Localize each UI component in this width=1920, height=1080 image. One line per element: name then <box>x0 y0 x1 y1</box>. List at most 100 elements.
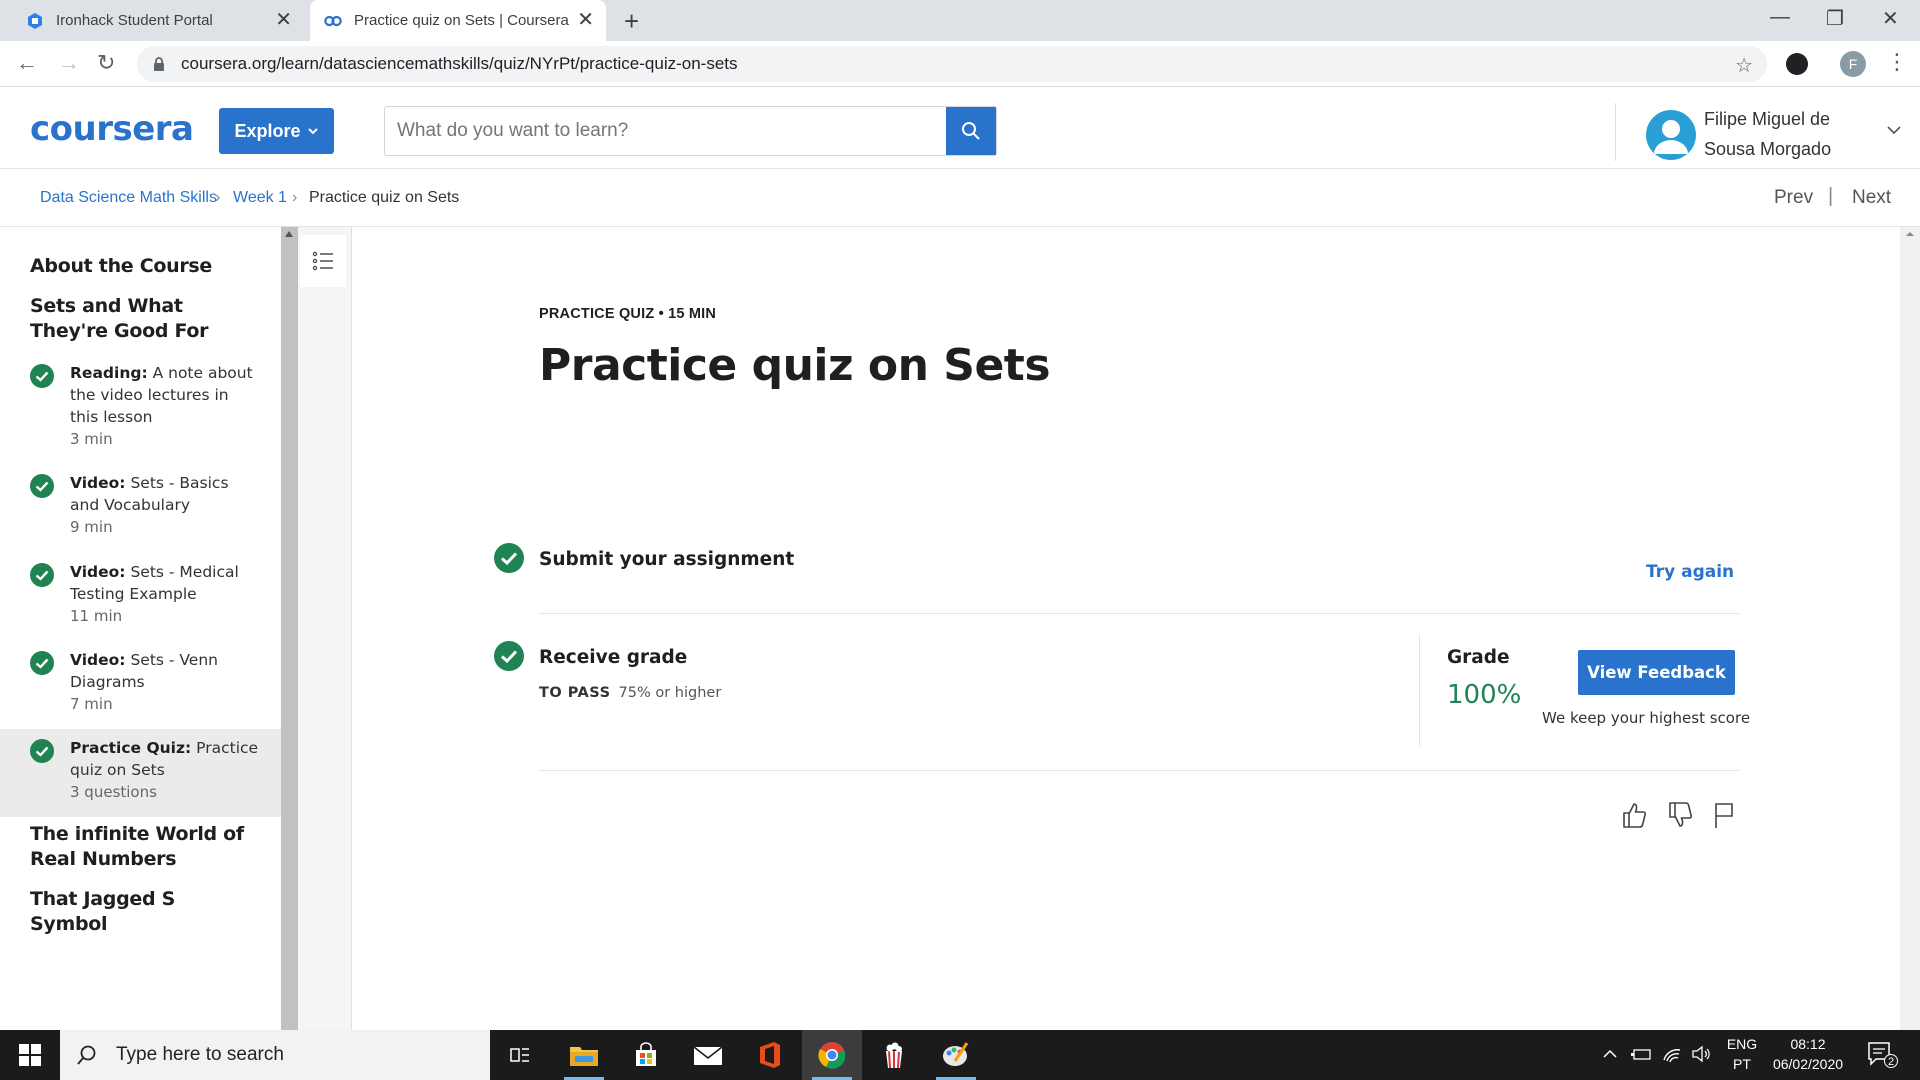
new-tab-icon[interactable]: + <box>624 6 639 37</box>
browser-menu-icon[interactable]: ⋮ <box>1886 49 1908 75</box>
sidebar-section-sets[interactable]: Sets and What They're Good For <box>30 294 250 344</box>
scroll-up-arrow-icon[interactable] <box>1900 227 1920 241</box>
chevron-down-icon[interactable] <box>1886 125 1902 135</box>
item-duration: 7 min <box>70 695 113 713</box>
pass-requirement: TO PASS 75% or higher <box>539 685 721 701</box>
breadcrumb-current: Practice quiz on Sets <box>309 189 460 206</box>
tab-coursera[interactable]: Practice quiz on Sets | Coursera ✕ <box>310 0 606 41</box>
breadcrumb: Data Science Math Skills › Week 1 › Prac… <box>0 169 1920 227</box>
windows-start-button[interactable] <box>0 1030 60 1080</box>
check-circle-icon <box>30 563 54 587</box>
sidebar-item-video-venn[interactable]: Video: Sets - Venn Diagrams 7 min <box>0 649 281 729</box>
notification-count: 2 <box>1884 1054 1898 1068</box>
thumbs-down-icon[interactable] <box>1666 800 1694 830</box>
sidebar-item-practice-quiz[interactable]: Practice Quiz: Practice quiz on Sets 3 q… <box>0 729 281 817</box>
language-indicator[interactable]: ENG PT <box>1724 1036 1760 1072</box>
header-divider <box>1615 103 1616 161</box>
list-icon <box>312 251 333 271</box>
file-explorer-icon[interactable] <box>554 1030 614 1080</box>
view-feedback-button[interactable]: View Feedback <box>1578 650 1735 695</box>
highest-score-note: We keep your highest score <box>1542 709 1751 727</box>
sidebar-item-label: Video: Sets - Medical Testing Example <box>70 561 260 605</box>
reload-icon[interactable]: ↻ <box>97 51 115 75</box>
breadcrumb-course[interactable]: Data Science Math Skills <box>40 189 217 207</box>
browser-profile-avatar[interactable]: F <box>1840 51 1866 77</box>
minimize-icon[interactable]: — <box>1770 6 1790 29</box>
sidebar-item-label: Practice Quiz: Practice quiz on Sets <box>70 737 260 781</box>
main-scrollbar[interactable] <box>1900 227 1920 1030</box>
sidebar-item-label: Video: Sets - Basics and Vocabulary <box>70 472 260 516</box>
lock-icon <box>154 57 164 71</box>
divider <box>539 770 1739 771</box>
coursera-logo[interactable]: coursera <box>30 109 194 149</box>
explore-button[interactable]: Explore <box>219 108 334 154</box>
try-again-link[interactable]: Try again <box>1646 562 1734 582</box>
clock[interactable]: 08:12 06/02/2020 <box>1768 1036 1848 1072</box>
movies-app-icon[interactable] <box>864 1030 924 1080</box>
close-tab-icon[interactable]: ✕ <box>275 10 292 30</box>
close-tab-icon[interactable]: ✕ <box>577 10 594 30</box>
notification-center-icon[interactable]: 2 <box>1866 1040 1898 1075</box>
clock-time: 08:12 <box>1790 1036 1826 1052</box>
check-circle-icon <box>30 474 54 498</box>
window-close-icon[interactable]: ✕ <box>1882 6 1899 31</box>
item-duration: 3 questions <box>70 783 157 801</box>
prev-link[interactable]: Prev <box>1774 187 1813 209</box>
sidebar-item-video-medical[interactable]: Video: Sets - Medical Testing Example 11… <box>0 561 281 641</box>
sidebar-section-jagged-s[interactable]: That Jagged S Symbol <box>30 887 250 937</box>
thumbs-up-icon[interactable] <box>1620 800 1648 830</box>
taskbar-search[interactable]: Type here to search <box>60 1030 490 1080</box>
wifi-icon[interactable] <box>1662 1044 1682 1064</box>
chrome-icon[interactable] <box>802 1030 862 1080</box>
sidebar-toggle-button[interactable] <box>300 235 346 287</box>
paint-app-icon[interactable] <box>926 1030 986 1080</box>
search-icon <box>77 1045 96 1065</box>
item-duration: 11 min <box>70 607 123 625</box>
sidebar-item-label: Reading: A note about the video lectures… <box>70 362 260 428</box>
volume-icon[interactable] <box>1690 1044 1712 1064</box>
search-input[interactable] <box>385 107 946 155</box>
office-icon[interactable] <box>740 1030 800 1080</box>
omnibox[interactable]: coursera.org/learn/datasciencemathskills… <box>137 46 1767 82</box>
windows-taskbar: Type here to search ENG PT 08:12 06/02/2… <box>0 1030 1920 1080</box>
item-type: Video: <box>70 563 126 581</box>
battery-icon[interactable] <box>1630 1046 1652 1062</box>
bookmark-star-icon[interactable]: ☆ <box>1735 53 1753 78</box>
flag-icon[interactable] <box>1712 800 1736 830</box>
next-link[interactable]: Next <box>1852 187 1891 209</box>
url-text: coursera.org/learn/datasciencemathskills… <box>181 54 738 73</box>
task-view-icon[interactable] <box>490 1030 550 1080</box>
sidebar-scrollbar[interactable] <box>281 227 298 1030</box>
forward-icon[interactable]: → <box>58 51 80 75</box>
taskbar-search-placeholder: Type here to search <box>116 1044 284 1065</box>
chevron-down-icon <box>307 128 318 135</box>
search-button[interactable] <box>946 107 996 155</box>
sidebar-section-real-numbers[interactable]: The infinite World of Real Numbers <box>30 822 250 872</box>
sidebar-item-label: Video: Sets - Venn Diagrams <box>70 649 260 693</box>
breadcrumb-separator: › <box>215 189 221 206</box>
breadcrumb-week[interactable]: Week 1 <box>233 189 287 207</box>
scroll-up-arrow-icon[interactable] <box>285 231 293 237</box>
back-icon[interactable]: ← <box>16 51 38 75</box>
lang-top: ENG <box>1726 1036 1758 1052</box>
microsoft-store-icon[interactable] <box>616 1030 676 1080</box>
to-pass-label: TO PASS <box>539 685 611 701</box>
item-type: Video: <box>70 651 126 669</box>
receive-grade-title: Receive grade <box>539 647 688 668</box>
user-name[interactable]: Filipe Miguel de Sousa Morgado <box>1704 104 1854 164</box>
item-type: Video: <box>70 474 126 492</box>
chevron-up-icon[interactable] <box>1602 1048 1618 1060</box>
user-name-line1: Filipe Miguel de <box>1704 109 1831 129</box>
tab-title: Ironhack Student Portal <box>56 12 213 29</box>
user-avatar[interactable] <box>1646 110 1696 160</box>
search-icon <box>962 122 980 140</box>
extension-icon[interactable] <box>1786 53 1808 75</box>
restore-icon[interactable]: ❐ <box>1826 6 1844 31</box>
user-name-line2: Sousa Morgado <box>1704 139 1832 159</box>
sidebar-item-video-basics[interactable]: Video: Sets - Basics and Vocabulary 9 mi… <box>0 472 281 552</box>
coursera-favicon <box>324 12 342 30</box>
sidebar-section-about[interactable]: About the Course <box>30 254 250 279</box>
tab-ironhack[interactable]: Ironhack Student Portal ✕ <box>26 0 304 41</box>
sidebar-item-reading[interactable]: Reading: A note about the video lectures… <box>0 362 281 462</box>
mail-icon[interactable] <box>678 1030 738 1080</box>
